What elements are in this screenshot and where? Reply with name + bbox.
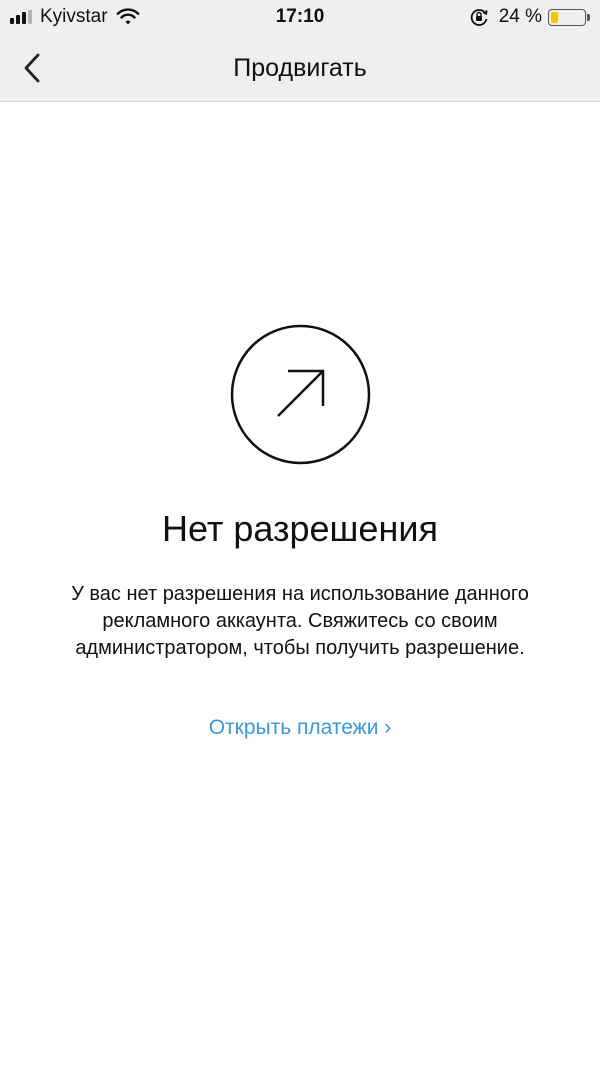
empty-state-description: У вас нет разрешения на использование да… (71, 583, 529, 659)
status-bar: Kyivstar 17:10 24 % (0, 0, 600, 34)
screen: Kyivstar 17:10 24 % Продвигать Нет разре… (0, 0, 600, 1066)
battery-icon (548, 8, 586, 26)
battery-tip (587, 13, 590, 21)
arrow-up-right-circle-icon (230, 324, 371, 465)
nav-bar: Продвигать (0, 34, 600, 102)
battery-level-fill (551, 11, 558, 23)
open-payments-link[interactable]: Открыть платежи › (0, 716, 600, 740)
empty-state-title: Нет разрешения (162, 508, 438, 549)
status-right: 24 % (469, 5, 590, 29)
rotation-lock-icon (470, 9, 488, 26)
page-title: Продвигать (233, 54, 367, 82)
battery-percent: 24 % (498, 6, 542, 27)
